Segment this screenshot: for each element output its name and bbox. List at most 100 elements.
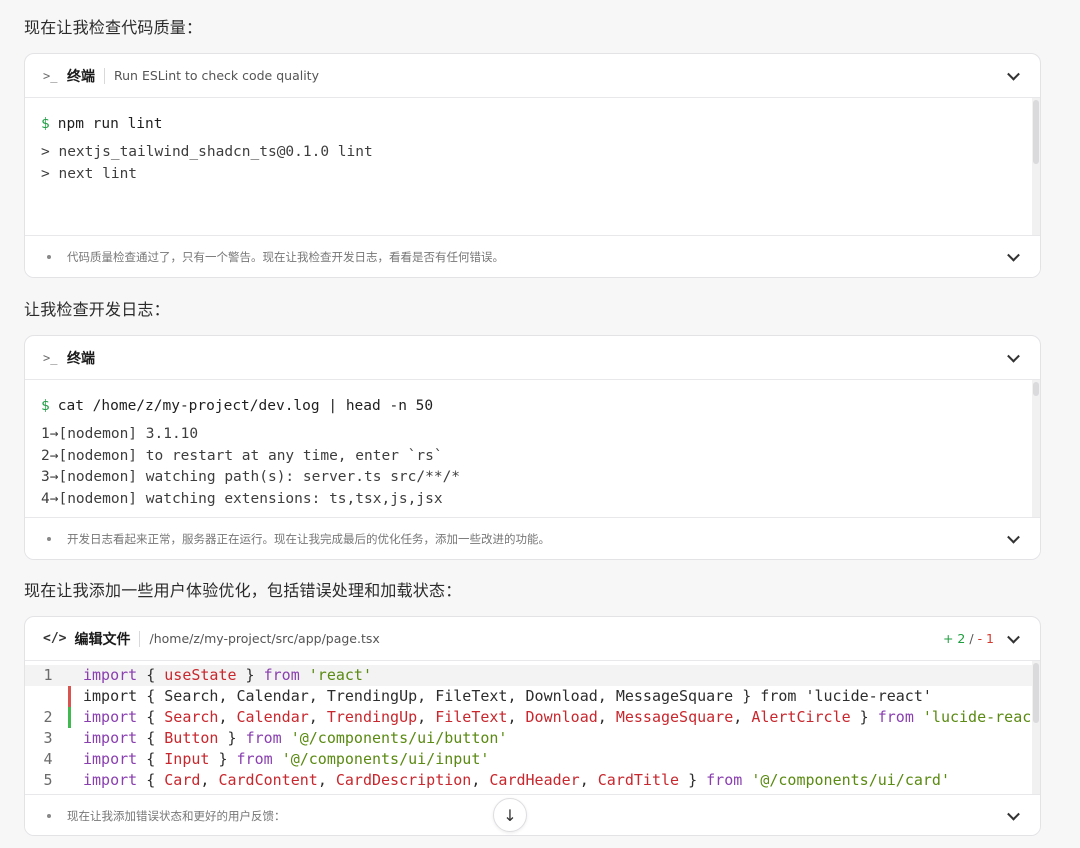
edit-file-card: </> 编辑文件 /home/z/my-project/src/app/page…	[24, 616, 1041, 836]
bullet-icon	[47, 255, 51, 259]
code-text: import { Input } from '@/components/ui/i…	[71, 749, 489, 770]
section-heading-edit: 现在让我添加一些用户体验优化，包括错误处理和加载状态：	[24, 581, 462, 600]
footer-text: 代码质量检查通过了，只有一个警告。现在让我检查开发日志，看看是否有任何错误。	[67, 250, 504, 264]
code-token: ,	[579, 771, 598, 789]
chevron-down-icon[interactable]	[1007, 248, 1020, 262]
code-token: Download	[525, 708, 598, 726]
code-diff-view: 1 import { useState } from 'react' import …	[25, 661, 1040, 794]
code-token: }	[209, 750, 237, 768]
terminal-output-line: 2→[nodemon] to restart at any time, ente…	[41, 447, 443, 464]
card-footer-summary[interactable]: 开发日志看起来正常，服务器正在运行。现在让我完成最后的优化任务，添加一些改进的功…	[25, 517, 1040, 559]
arrow-down-icon: ↓	[503, 805, 517, 825]
scrollbar-thumb[interactable]	[1033, 100, 1039, 164]
lines-removed: - 1	[977, 631, 994, 646]
terminal-scrollbar[interactable]	[1032, 98, 1040, 235]
terminal-output-line: 1→[nodemon] 3.1.10	[41, 426, 199, 442]
prompt-symbol: $	[41, 116, 50, 132]
card-footer-summary[interactable]: 代码质量检查通过了，只有一个警告。现在让我检查开发日志，看看是否有任何错误。	[25, 235, 1040, 277]
terminal-card-header[interactable]: >_ 终端	[25, 336, 1040, 380]
scrollbar-thumb[interactable]	[1033, 382, 1039, 396]
section-heading-lint: 现在让我检查代码质量：	[24, 18, 203, 37]
code-token: ,	[417, 708, 436, 726]
code-token: import	[83, 729, 138, 747]
line-number: 2	[25, 707, 71, 728]
code-token: import { Search, Calendar, TrendingUp, F…	[83, 687, 932, 705]
code-token: {	[137, 729, 165, 747]
line-number: 1	[43, 666, 53, 684]
code-token: }	[218, 729, 246, 747]
code-token: '@/components/ui/button'	[290, 729, 508, 747]
code-token: }	[679, 771, 707, 789]
code-token: 'lucide-react'	[922, 708, 1040, 726]
chevron-down-icon[interactable]	[1007, 349, 1020, 363]
code-token: '@/components/ui/input'	[281, 750, 490, 768]
code-line: 1 import { useState } from 'react'	[25, 665, 1040, 686]
code-token: {	[137, 708, 165, 726]
chevron-down-icon[interactable]	[1007, 530, 1020, 544]
code-token: import	[83, 771, 138, 789]
code-line: 5 import { Card, CardContent, CardDescrip…	[25, 770, 1040, 791]
code-token: {	[137, 750, 165, 768]
code-line: 2 import { Search, Calendar, TrendingUp, …	[25, 707, 1040, 728]
diff-stat: + 2 / - 1	[943, 631, 994, 646]
code-token: 'react'	[308, 666, 372, 684]
line-number	[25, 686, 71, 707]
line-number: 4	[43, 750, 53, 768]
code-token: Input	[164, 750, 210, 768]
code-token: {	[137, 771, 165, 789]
terminal-output: $ cat /home/z/my-project/dev.log | head -…	[25, 380, 1040, 517]
chevron-down-icon[interactable]	[1007, 630, 1020, 644]
diff-stat-separator: /	[969, 631, 974, 646]
terminal-card-header[interactable]: >_ 终端 Run ESLint to check code quality	[25, 54, 1040, 98]
code-text: import { Card, CardContent, CardDescript…	[71, 770, 950, 791]
code-token: '@/components/ui/card'	[751, 771, 950, 789]
edit-card-header[interactable]: </> 编辑文件 /home/z/my-project/src/app/page…	[25, 617, 1040, 661]
scrollbar-thumb[interactable]	[1033, 663, 1039, 723]
code-token: ,	[507, 708, 526, 726]
code-token: from	[877, 708, 914, 726]
code-token: ,	[597, 708, 616, 726]
terminal-title: 终端	[67, 68, 95, 85]
code-token: from	[263, 666, 300, 684]
prompt-symbol: $	[41, 398, 50, 414]
terminal-output-line: > next lint	[41, 165, 138, 182]
footer-text: 开发日志看起来正常，服务器正在运行。现在让我完成最后的优化任务，添加一些改进的功…	[67, 532, 550, 546]
bullet-icon	[47, 537, 51, 541]
terminal-scrollbar[interactable]	[1032, 380, 1040, 517]
terminal-output-line: 4→[nodemon] watching extensions: ts,tsx,…	[41, 490, 443, 507]
lines-added: + 2	[942, 631, 966, 646]
code-token: CardContent	[218, 771, 318, 789]
terminal-command-line: $ npm run lint	[41, 116, 1024, 132]
edit-title: 编辑文件	[74, 631, 131, 648]
code-token: ,	[733, 708, 752, 726]
code-token: CardHeader	[489, 771, 580, 789]
scroll-to-bottom-button[interactable]: ↓	[493, 798, 527, 832]
code-text: import { Search, Calendar, TrendingUp, F…	[71, 707, 1040, 728]
code-token: }	[850, 708, 878, 726]
chevron-down-icon[interactable]	[1007, 807, 1020, 821]
terminal-output: $ npm run lint > nextjs_tailwind_shadcn_t…	[25, 98, 1040, 235]
terminal-title: 终端	[67, 350, 95, 367]
terminal-subtitle: Run ESLint to check code quality	[114, 68, 319, 83]
chevron-down-icon[interactable]	[1007, 67, 1020, 81]
terminal-output-line: 3→[nodemon] watching path(s): server.ts …	[41, 469, 461, 485]
code-token: CardTitle	[597, 771, 680, 789]
code-token: CardDescription	[335, 771, 472, 789]
code-token: {	[137, 666, 165, 684]
code-line: 3 import { Button } from '@/components/ui…	[25, 728, 1040, 749]
terminal-card-lint: >_ 终端 Run ESLint to check code quality $…	[24, 53, 1041, 278]
terminal-command: npm run lint	[57, 116, 163, 132]
code-token: }	[236, 666, 264, 684]
removed-line-marker	[68, 686, 71, 707]
code-token: ,	[218, 708, 237, 726]
code-scrollbar[interactable]	[1032, 661, 1040, 794]
code-text: import { Search, Calendar, TrendingUp, F…	[71, 686, 932, 707]
card-footer-summary[interactable]: 现在让我添加错误状态和更好的用户反馈：	[25, 794, 1040, 835]
terminal-command-line: $ cat /home/z/my-project/dev.log | head -…	[41, 398, 1024, 414]
footer-text: 现在让我添加错误状态和更好的用户反馈：	[67, 809, 286, 823]
code-token: ,	[471, 771, 490, 789]
code-token: useState	[164, 666, 237, 684]
code-text: import { Button } from '@/components/ui/…	[71, 728, 507, 749]
